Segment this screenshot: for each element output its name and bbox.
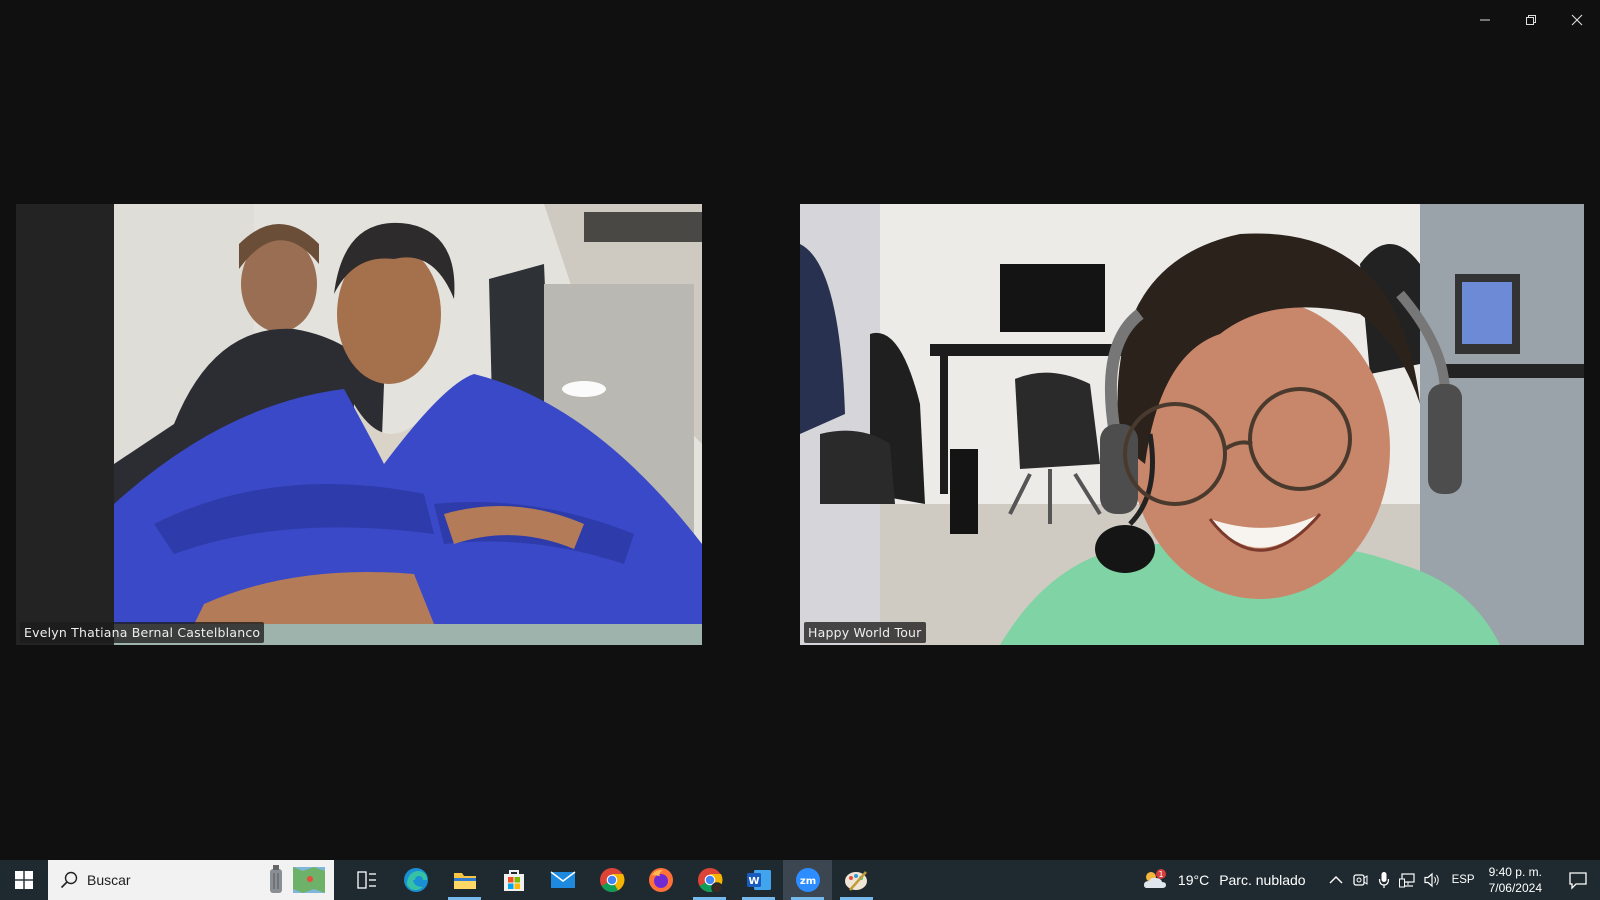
camera-icon [1352, 874, 1368, 886]
taskbar-search-box[interactable]: Buscar [48, 860, 334, 900]
restore-icon [1526, 15, 1536, 25]
chevron-up-icon [1329, 876, 1343, 884]
window-controls [1462, 0, 1600, 40]
notification-icon [1569, 872, 1587, 890]
close-button[interactable] [1554, 0, 1600, 40]
speaker-icon [1423, 872, 1439, 888]
taskbar-apps: W zm [342, 860, 881, 900]
chrome-profile-button[interactable] [685, 860, 734, 900]
zoom-icon: zm [795, 868, 820, 892]
volume-button[interactable] [1420, 860, 1444, 900]
edge-button[interactable] [391, 860, 440, 900]
close-icon [1571, 14, 1583, 26]
notification-center-button[interactable] [1556, 860, 1600, 900]
show-hidden-icons-button[interactable] [1324, 860, 1348, 900]
task-view-button[interactable] [342, 860, 391, 900]
network-icon [1398, 873, 1415, 888]
participant-video-feed [800, 204, 1584, 645]
zoom-button[interactable]: zm [783, 860, 832, 900]
file-explorer-button[interactable] [440, 860, 489, 900]
start-button[interactable] [0, 860, 48, 900]
paint-button[interactable] [832, 860, 881, 900]
firefox-icon [648, 868, 673, 892]
clock-date: 7/06/2024 [1488, 881, 1542, 895]
word-icon: W [746, 870, 771, 890]
camera-in-use-button[interactable] [1348, 860, 1372, 900]
microphone-in-use-button[interactable] [1372, 860, 1396, 900]
weather-cloud-icon: 1 [1143, 869, 1166, 888]
participant-video-tile[interactable]: Evelyn Thatiana Bernal Castelblanco [16, 204, 702, 645]
paint-icon [844, 871, 867, 891]
folder-icon [453, 873, 476, 889]
weather-alert-badge: 1 [1158, 870, 1163, 879]
mail-button[interactable] [538, 860, 587, 900]
minimize-button[interactable] [1462, 0, 1508, 40]
minimize-icon [1480, 19, 1490, 21]
language-indicator[interactable]: ESP [1452, 874, 1475, 886]
windows-logo-icon [15, 871, 33, 889]
word-button[interactable]: W [734, 860, 783, 900]
store-icon [503, 870, 524, 891]
taskbar: Buscar W zm 1 19°C Parc. nublado ESP 9:4… [0, 860, 1600, 900]
mail-icon [550, 871, 575, 888]
restore-button[interactable] [1508, 0, 1554, 40]
weather-temperature: 19°C [1177, 872, 1210, 888]
weather-condition: Parc. nublado [1219, 872, 1306, 888]
store-button[interactable] [489, 860, 538, 900]
chrome-profile-icon [697, 868, 723, 893]
system-tray: 1 19°C Parc. nublado ESP 9:40 p. m. 7/06… [1142, 860, 1600, 900]
participant-name-label: Evelyn Thatiana Bernal Castelblanco [20, 622, 265, 643]
clock-time: 9:40 p. m. [1488, 865, 1542, 879]
edge-icon [403, 868, 428, 892]
microphone-icon [1378, 872, 1389, 888]
chrome-icon [599, 868, 624, 893]
svg-text:W: W [748, 876, 759, 887]
participant-video-feed [114, 204, 702, 645]
task-view-icon [356, 871, 376, 889]
clock[interactable]: 9:40 p. m. 7/06/2024 [1489, 864, 1542, 896]
svg-text:zm: zm [799, 876, 815, 887]
participant-name-label: Happy World Tour [804, 622, 926, 643]
search-icon [60, 871, 78, 889]
network-button[interactable] [1396, 860, 1420, 900]
participant-video-tile[interactable]: Happy World Tour [800, 204, 1584, 645]
search-placeholder: Buscar [87, 872, 131, 888]
firefox-button[interactable] [636, 860, 685, 900]
search-highlight-image [266, 865, 326, 895]
chrome-button[interactable] [587, 860, 636, 900]
weather-widget[interactable]: 1 19°C Parc. nublado [1142, 868, 1306, 892]
